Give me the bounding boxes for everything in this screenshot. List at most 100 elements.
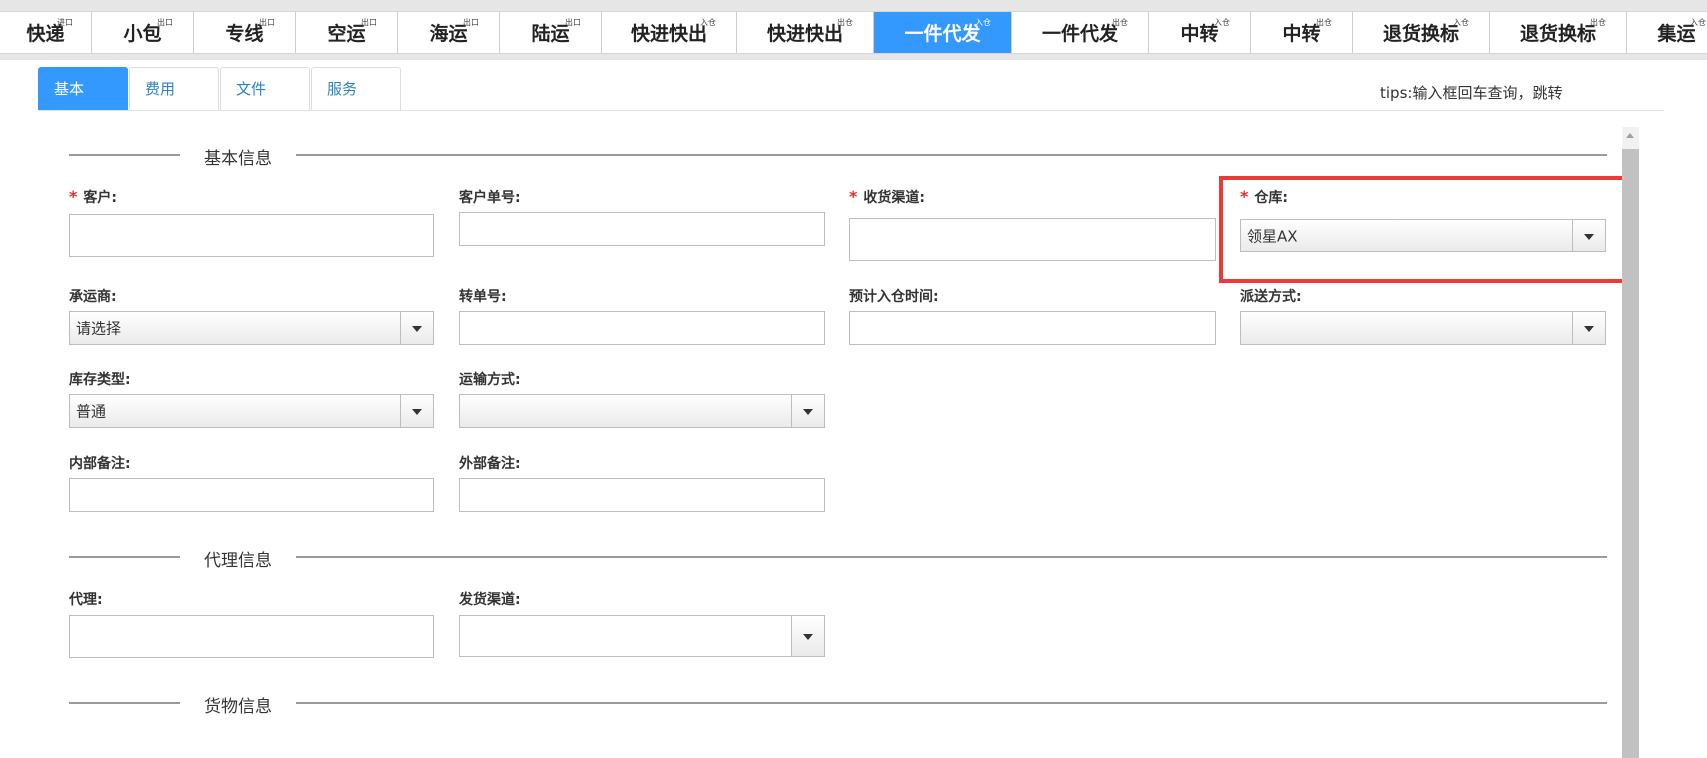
nav-item-label: 退货换标 <box>1382 23 1459 45</box>
nav-item-label: 专线 <box>225 23 264 45</box>
section-line-left <box>69 556 180 558</box>
stock-type-value: 普通 <box>76 402 107 421</box>
chevron-down-icon[interactable] <box>400 312 433 344</box>
ship-channel-select[interactable] <box>459 615 825 657</box>
nav-item[interactable]: 中转 入仓 <box>1149 12 1251 53</box>
nav-item-sup: 出口 <box>361 18 377 27</box>
receive-channel-label: * 收货渠道: <box>849 187 925 206</box>
agent-input[interactable] <box>69 615 434 658</box>
nav-item[interactable]: 退货换标 出仓 <box>1490 12 1627 53</box>
nav-item-sup: 出仓 <box>1316 18 1332 27</box>
customer-input[interactable] <box>69 214 434 257</box>
customer-no-input[interactable] <box>459 212 825 246</box>
nav-item[interactable]: 一件代发 入仓 <box>874 12 1012 53</box>
section-line-right <box>296 154 1607 156</box>
section-basic-info: 基本信息 <box>69 144 1607 169</box>
carrier-value: 请选择 <box>76 319 122 338</box>
tab-1[interactable]: 费用 <box>129 67 219 110</box>
carrier-label: 承运商: <box>69 289 117 305</box>
stock-type-select[interactable]: 普通 <box>69 394 434 428</box>
section-title: 代理信息 <box>204 551 272 571</box>
internal-note-input[interactable] <box>69 478 434 512</box>
nav-item-label: 海运 <box>429 23 468 45</box>
nav-item[interactable]: 专线 出口 <box>194 12 296 53</box>
receive-channel-input[interactable] <box>849 218 1216 261</box>
agent-label: 代理: <box>69 592 103 608</box>
customer-no-label: 客户单号: <box>459 190 521 206</box>
chevron-down-icon[interactable] <box>1572 312 1605 344</box>
stock-type-label: 库存类型: <box>69 372 131 388</box>
transport-mode-select[interactable] <box>459 394 825 428</box>
section-title: 货物信息 <box>204 697 272 717</box>
nav-item-label: 一件代发 <box>904 23 981 45</box>
nav-item-label: 退货换标 <box>1519 23 1596 45</box>
tips-text: tips:输入框回车查询，跳转 <box>1380 84 1563 102</box>
nav-item-sup: 入仓 <box>1214 18 1230 27</box>
tab-2[interactable]: 文件 <box>220 67 310 110</box>
external-note-input[interactable] <box>459 478 825 512</box>
chevron-down-icon[interactable] <box>791 395 824 427</box>
nav-item[interactable]: 中转 出仓 <box>1251 12 1353 53</box>
nav-item[interactable]: 快递 进口 <box>0 12 92 53</box>
nav-item[interactable]: 快进快出 入仓 <box>602 12 737 53</box>
nav-item-sup: 出口 <box>157 18 173 27</box>
ship-channel-label: 发货渠道: <box>459 592 521 608</box>
nav-item[interactable]: 海运 出口 <box>398 12 500 53</box>
nav-item-sup: 出口 <box>259 18 275 27</box>
nav-item-sup: 入仓 <box>700 18 716 27</box>
nav-item-sup: 进口 <box>57 18 73 27</box>
section-line-left <box>69 702 180 704</box>
section-cargo-info: 货物信息 <box>69 692 1607 717</box>
form-tabs: 基本 费用 文件 服务 <box>38 67 402 110</box>
transfer-no-input[interactable] <box>459 311 825 345</box>
nav-item[interactable]: 空运 出口 <box>296 12 398 53</box>
nav-item[interactable]: 一件代发 出仓 <box>1012 12 1149 53</box>
nav-item-label: 中转 <box>1180 23 1219 45</box>
delivery-method-select[interactable] <box>1240 311 1606 345</box>
nav-item[interactable]: 退货换标 入仓 <box>1353 12 1490 53</box>
nav-item-label: 空运 <box>327 23 366 45</box>
transfer-no-label: 转单号: <box>459 289 507 305</box>
delivery-method-label: 派送方式: <box>1240 289 1302 305</box>
internal-note-label: 内部备注: <box>69 456 131 472</box>
chevron-down-icon[interactable] <box>400 395 433 427</box>
vertical-scrollbar[interactable] <box>1622 127 1639 758</box>
nav-item-sup: 入仓 <box>975 18 991 27</box>
nav-item-label: 中转 <box>1282 23 1321 45</box>
section-line-left <box>69 154 180 156</box>
nav-item-sup: 入仓 <box>1453 18 1469 27</box>
eta-label: 预计入仓时间: <box>849 289 939 305</box>
scroll-up-icon[interactable] <box>1622 127 1639 145</box>
nav-item-label: 陆运 <box>531 23 570 45</box>
tab-0[interactable]: 基本 <box>38 67 128 110</box>
nav-item[interactable]: 小包 出口 <box>92 12 194 53</box>
section-agent-info: 代理信息 <box>69 546 1607 571</box>
nav-item-label: 一件代发 <box>1041 23 1118 45</box>
chevron-down-icon[interactable] <box>791 616 824 656</box>
nav-item-label: 快进快出 <box>630 23 707 45</box>
highlight-box <box>1219 176 1637 283</box>
customer-label: * 客户: <box>69 187 117 206</box>
nav-item-sup: 出仓 <box>837 18 853 27</box>
external-note-label: 外部备注: <box>459 456 521 472</box>
nav-item-label: 小包 <box>123 23 162 45</box>
nav-item-sup: 出口 <box>565 18 581 27</box>
nav-item[interactable]: 集运 入仓 <box>1627 12 1707 53</box>
nav-item[interactable]: 陆运 出口 <box>500 12 602 53</box>
nav-item-sup: 出口 <box>463 18 479 27</box>
nav-item-sup: 出仓 <box>1112 18 1128 27</box>
transport-mode-label: 运输方式: <box>459 372 521 388</box>
nav-item-sup: 出仓 <box>1590 18 1606 27</box>
top-nav: 快递 进口 小包 出口 专线 出口 空运 出口 海运 出口 陆运 出口 快进快出 入仓 快进快出 出仓 一件代发… <box>0 11 1707 54</box>
nav-item-sup: 入仓 <box>1690 18 1706 27</box>
section-line-right <box>296 702 1607 704</box>
nav-item[interactable]: 快进快出 出仓 <box>737 12 874 53</box>
carrier-select[interactable]: 请选择 <box>69 311 434 345</box>
nav-item-label: 快进快出 <box>766 23 843 45</box>
tabs-divider <box>38 110 1664 111</box>
eta-input[interactable] <box>849 311 1216 345</box>
section-title: 基本信息 <box>204 149 272 169</box>
scrollbar-thumb[interactable] <box>1622 149 1639 758</box>
tab-3[interactable]: 服务 <box>311 67 401 110</box>
section-line-right <box>296 556 1607 558</box>
